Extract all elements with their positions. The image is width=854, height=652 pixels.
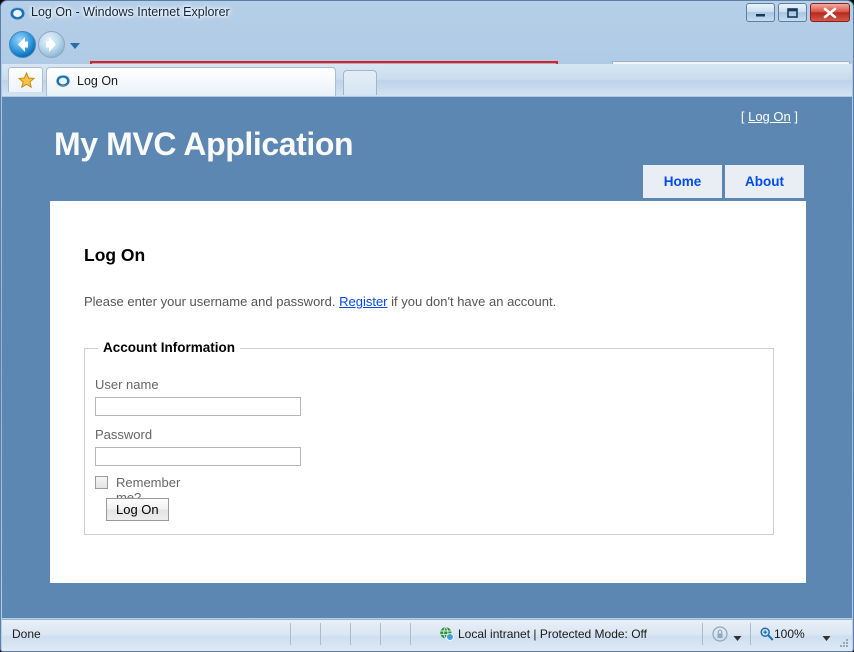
window-title: Log On - Windows Internet Explorer: [31, 5, 230, 19]
navigation-toolbar: http://localhost:28666/Account/LogOn?ret…: [2, 28, 852, 63]
log-on-link[interactable]: Log On: [748, 109, 791, 124]
resize-grip-icon[interactable]: [837, 637, 849, 649]
login-status: [ Log On ]: [741, 109, 798, 124]
forward-button[interactable]: [38, 31, 65, 58]
user-name-label: User name: [95, 377, 159, 392]
main-menu: HomeAbout: [640, 165, 804, 198]
zoom-dropdown-icon[interactable]: [822, 631, 831, 638]
site-title: My MVC Application: [54, 126, 353, 163]
tab-strip: Log On: [2, 64, 852, 96]
menu-item-home[interactable]: Home: [643, 165, 722, 198]
password-label: Password: [95, 427, 152, 442]
intro-text-before: Please enter your username and password.: [84, 294, 339, 309]
remember-me-checkbox[interactable]: [95, 476, 108, 489]
tab-label: Log On: [77, 74, 118, 88]
browser-window: Log On - Windows Internet Explorer: [0, 0, 854, 652]
status-divider: [750, 623, 751, 645]
user-name-input[interactable]: [95, 397, 301, 416]
web-page: [ Log On ] My MVC Application HomeAbout …: [2, 97, 852, 618]
maximize-button[interactable]: [778, 3, 807, 22]
account-information-fieldset: Account Information User name Password R…: [84, 348, 774, 535]
title-bar: Log On - Windows Internet Explorer: [1, 1, 853, 27]
star-icon: [18, 72, 35, 89]
intro-text-after: if you don't have an account.: [388, 294, 557, 309]
page-viewport: [ Log On ] My MVC Application HomeAbout …: [2, 97, 852, 618]
zoom-magnifier-icon[interactable]: [759, 626, 774, 641]
favorites-button[interactable]: [8, 67, 43, 92]
tab-log-on[interactable]: Log On: [46, 67, 336, 96]
back-button[interactable]: [9, 31, 36, 58]
status-divider: [702, 623, 703, 645]
content-panel: Log On Please enter your username and pa…: [50, 201, 806, 583]
globe-icon: [439, 626, 454, 641]
bracket-open: [: [741, 109, 745, 124]
log-on-button[interactable]: Log On: [106, 498, 169, 521]
status-divider: [290, 623, 291, 645]
page-title: Log On: [84, 245, 145, 266]
privacy-dropdown-icon[interactable]: [733, 631, 742, 638]
status-divider: [410, 623, 411, 645]
security-zone-text: Local intranet | Protected Mode: Off: [458, 627, 647, 641]
fieldset-legend: Account Information: [98, 340, 240, 355]
close-button[interactable]: [810, 3, 850, 22]
status-divider: [320, 623, 321, 645]
status-bar: Done Local intranet | Protected Mode: Of…: [2, 619, 852, 651]
password-input[interactable]: [95, 447, 301, 466]
internet-explorer-icon: [9, 5, 26, 22]
menu-item-about[interactable]: About: [725, 165, 804, 198]
new-tab-button[interactable]: [343, 70, 377, 95]
history-dropdown-button[interactable]: [69, 40, 81, 50]
privacy-report-icon[interactable]: [712, 626, 728, 642]
bracket-close: ]: [794, 109, 798, 124]
status-divider: [380, 623, 381, 645]
minimize-button[interactable]: [746, 3, 775, 22]
intro-text: Please enter your username and password.…: [84, 294, 556, 309]
status-text: Done: [12, 627, 41, 641]
register-link[interactable]: Register: [339, 294, 387, 309]
zoom-level: 100%: [774, 627, 805, 641]
status-divider: [350, 623, 351, 645]
internet-explorer-icon: [55, 73, 71, 89]
